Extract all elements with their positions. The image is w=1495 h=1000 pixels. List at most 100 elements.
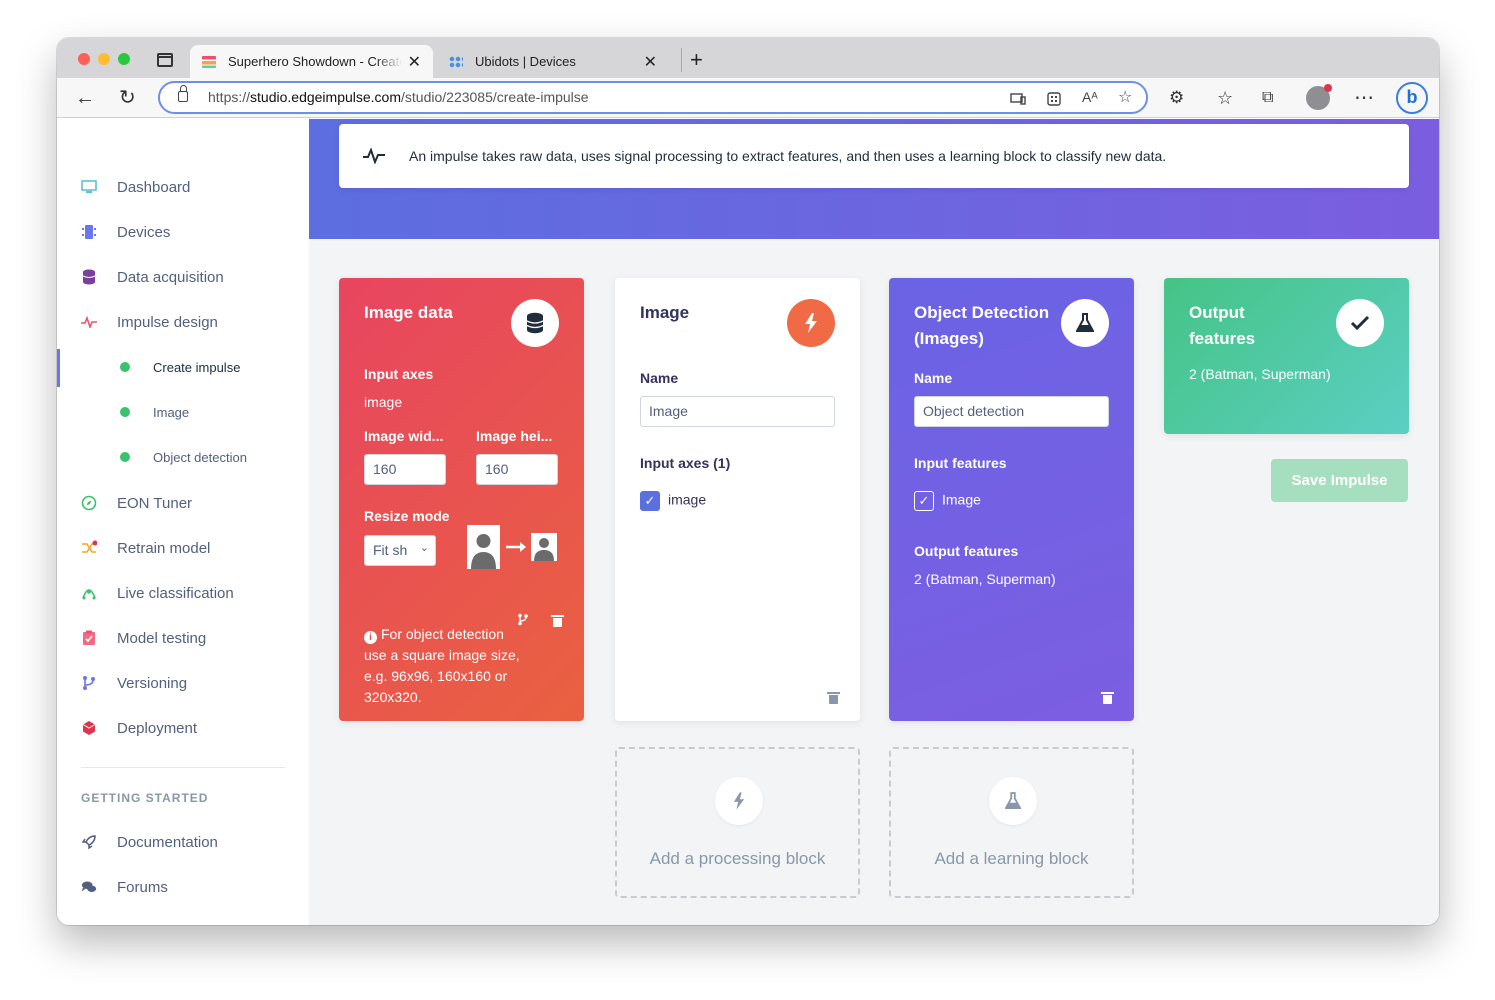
database-icon [511, 299, 559, 347]
lock-icon [178, 85, 188, 102]
input-axes-label: Input axes [364, 366, 434, 382]
resize-mode-label: Resize mode [364, 508, 450, 524]
trash-icon[interactable] [827, 692, 840, 704]
lightning-bolt-icon [787, 299, 835, 347]
image-axis-checkbox[interactable]: ✓ [640, 491, 660, 511]
trash-icon[interactable] [551, 615, 564, 627]
input-features-label: Input features [914, 455, 1007, 471]
impulse-info-card: An impulse takes raw data, uses signal p… [339, 124, 1409, 188]
close-window-button[interactable] [78, 53, 90, 65]
profile-notification-dot [1324, 84, 1332, 92]
status-dot [120, 407, 130, 417]
sidebar-subitem-object-detection[interactable]: Object detection [57, 437, 309, 477]
app-available-icon[interactable] [1010, 93, 1026, 105]
chevron-down-icon: ⌄ [419, 542, 429, 554]
trash-icon[interactable] [1101, 692, 1114, 704]
add-processing-block-button[interactable]: Add a processing block [615, 747, 860, 898]
sidebar-item-documentation[interactable]: Documentation [57, 822, 309, 862]
block-title: Object Detection (Images) [914, 303, 1050, 348]
sidebar-subitem-label: Create impulse [153, 359, 241, 375]
axis-option-row: ✓ image [640, 491, 835, 511]
square-size-note: i For object detection use a square image… [364, 624, 544, 708]
tab-title: Superhero Showdown - Create impulse [228, 54, 402, 69]
image-width-label: Image wid... [364, 428, 444, 444]
sidebar-item-eon-tuner[interactable]: EON Tuner [57, 483, 309, 523]
image-feature-checkbox[interactable]: ✓ [914, 491, 934, 511]
tab-superhero-showdown[interactable]: Superhero Showdown - Create impulse ✕ [190, 45, 433, 78]
extensions-icon[interactable]: ⚙ [1169, 84, 1184, 112]
name-label: Name [914, 370, 953, 386]
more-menu-icon[interactable]: ⋯ [1354, 84, 1374, 112]
impulse-description: An impulse takes raw data, uses signal p… [409, 148, 1167, 164]
image-width-input[interactable]: 160 [364, 454, 446, 485]
sidebar-item-label: Data acquisition [117, 268, 224, 286]
favorites-icon[interactable]: ☆ [1217, 84, 1233, 112]
add-learning-block-button[interactable]: Add a learning block [889, 747, 1134, 898]
sidebar-item-versioning[interactable]: Versioning [57, 663, 309, 703]
live-icon [81, 585, 97, 601]
tab-title: Ubidots | Devices [475, 54, 576, 69]
back-arrow-icon[interactable]: ← [75, 84, 95, 112]
chat-icon [81, 879, 97, 895]
sidebar: Dashboard Devices Data acquisition Impul… [57, 119, 309, 925]
sidebar-item-model-testing[interactable]: Model testing [57, 618, 309, 658]
sidebar-item-forums[interactable]: Forums [57, 867, 309, 907]
image-height-input[interactable]: 160 [476, 454, 558, 485]
database-icon [81, 269, 97, 285]
status-dot [120, 452, 130, 462]
sidebar-item-live-classification[interactable]: Live classification [57, 573, 309, 613]
header-banner: An impulse takes raw data, uses signal p… [309, 119, 1439, 239]
sidebar-subitem-image[interactable]: Image [57, 392, 309, 432]
processing-block-image: Image Name Image Input axes (1) ✓ image [615, 278, 860, 721]
learning-name-input[interactable]: Object detection [914, 396, 1109, 427]
save-impulse-button[interactable]: Save Impulse [1271, 459, 1408, 502]
chip-icon [81, 224, 97, 240]
read-aloud-icon[interactable]: Aᴬ [1082, 89, 1098, 105]
sidebar-item-label: Impulse design [117, 313, 218, 331]
processing-name-input[interactable]: Image [640, 396, 835, 427]
sidebar-item-dashboard[interactable]: Dashboard [57, 167, 309, 207]
axis-option-label: image [668, 491, 707, 508]
collections-icon[interactable]: ⧉ [1262, 84, 1273, 112]
sidebar-subitem-create-impulse[interactable]: Create impulse [57, 347, 309, 387]
note-text: use a square image size, e.g. 96x96, 160… [364, 647, 520, 705]
input-feature-label: Image [942, 491, 981, 508]
compass-icon [81, 495, 97, 511]
input-axes-label: Input axes (1) [640, 455, 731, 471]
sidebar-item-label: Model testing [117, 629, 207, 647]
resize-mode-select[interactable]: Fit sh ⌄ [364, 535, 436, 566]
grid-icon[interactable] [1047, 92, 1061, 106]
add-favorite-icon[interactable]: ☆ [1118, 87, 1132, 107]
tab-actions-icon[interactable] [157, 53, 173, 67]
branch-icon [81, 675, 97, 691]
sidebar-item-deployment[interactable]: Deployment [57, 708, 309, 748]
sidebar-item-label: Forums [117, 878, 168, 896]
sidebar-item-devices[interactable]: Devices [57, 212, 309, 252]
reload-icon[interactable]: ↻ [119, 84, 136, 112]
sidebar-item-impulse-design[interactable]: Impulse design [57, 302, 309, 342]
monitor-icon [81, 179, 97, 195]
output-features-value: 2 (Batman, Superman) [914, 571, 1056, 587]
app-content: Dashboard Devices Data acquisition Impul… [57, 119, 1439, 925]
close-tab-icon[interactable]: ✕ [408, 52, 421, 72]
clipboard-check-icon [81, 630, 97, 646]
checkmark-icon [1336, 299, 1384, 347]
input-axes-value: image [364, 394, 403, 410]
add-processing-block-label: Add a processing block [649, 849, 826, 868]
close-tab-icon[interactable]: ✕ [644, 52, 657, 72]
sidebar-item-retrain-model[interactable]: Retrain model [57, 528, 309, 568]
bing-copilot-icon[interactable]: b [1396, 82, 1428, 114]
resize-mode-value: Fit sh [373, 542, 408, 558]
image-data-block: Image data Input axes image Image wid...… [339, 278, 584, 721]
sidebar-item-label: Versioning [117, 674, 188, 692]
sidebar-subitem-label: Object detection [153, 449, 247, 465]
new-tab-button[interactable]: + [681, 48, 703, 72]
image-height-label: Image hei... [476, 428, 553, 444]
sidebar-item-data-acquisition[interactable]: Data acquisition [57, 257, 309, 297]
ubidots-favicon-icon [449, 55, 463, 68]
tab-ubidots-devices[interactable]: Ubidots | Devices ✕ [437, 45, 669, 78]
minimize-window-button[interactable] [98, 53, 110, 65]
address-bar[interactable]: https://studio.edgeimpulse.com/studio/22… [158, 81, 1148, 114]
shuffle-icon [81, 540, 97, 556]
zoom-window-button[interactable] [118, 53, 130, 65]
